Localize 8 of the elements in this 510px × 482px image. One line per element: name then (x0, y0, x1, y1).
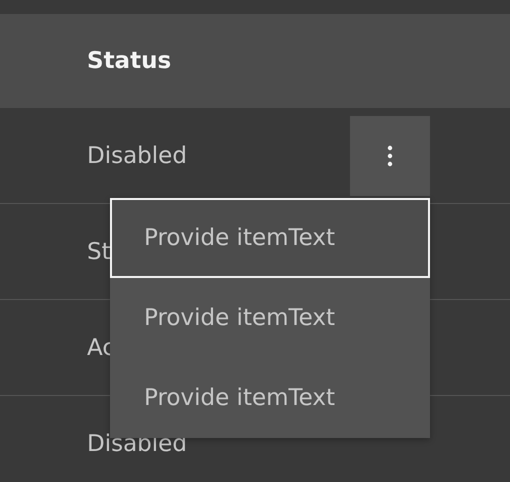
column-header: Status (87, 48, 172, 74)
overflow-menu-button[interactable] (350, 116, 430, 196)
menu-item[interactable]: Provide itemText (110, 358, 430, 438)
menu-item[interactable]: Provide itemText (110, 278, 430, 358)
menu-item[interactable]: Provide itemText (110, 198, 430, 278)
more-vertical-icon (387, 144, 393, 166)
table-cell: Disabled (87, 142, 187, 168)
table-cell: St (87, 238, 111, 264)
